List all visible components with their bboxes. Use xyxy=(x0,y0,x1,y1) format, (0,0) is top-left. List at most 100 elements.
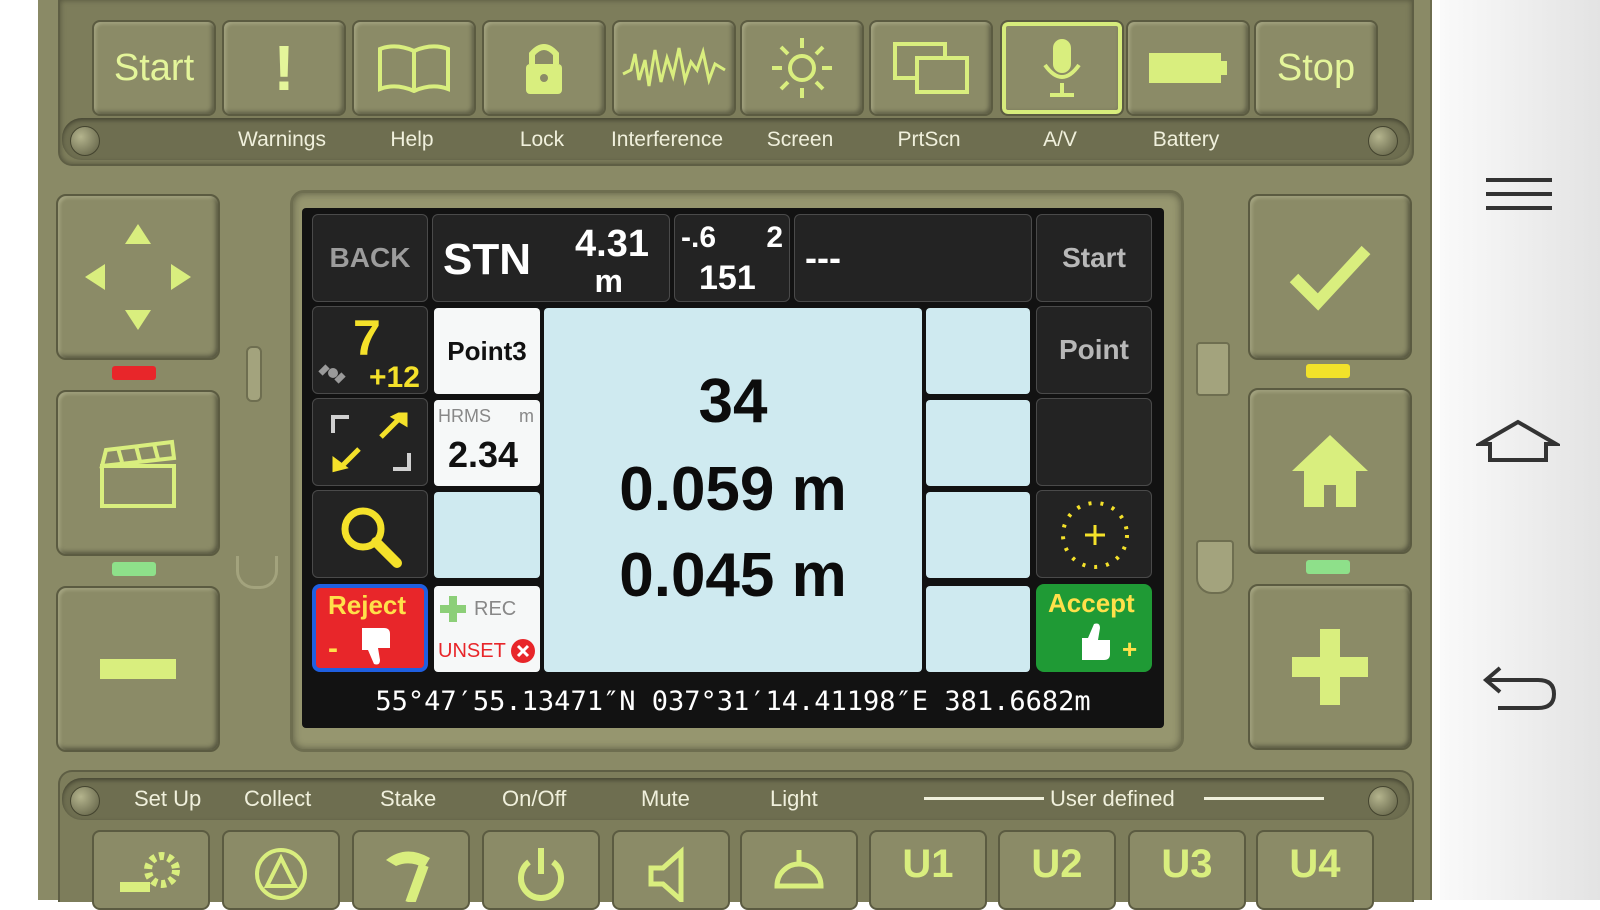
accept-button[interactable]: Accept + xyxy=(1036,584,1152,672)
prtscn-button[interactable] xyxy=(869,20,993,116)
stn-value: 4.31 xyxy=(575,223,649,265)
screen-label: Screen xyxy=(766,128,834,151)
interference-label: Interference xyxy=(610,128,724,151)
empty-slot[interactable] xyxy=(434,492,540,578)
onoff-label: On/Off xyxy=(502,786,567,811)
dpad-arrows-icon xyxy=(85,224,191,330)
lock-icon xyxy=(526,44,562,94)
status-cell[interactable]: --- xyxy=(794,214,1032,302)
start-survey-button[interactable]: Start xyxy=(1036,214,1152,302)
plus-icon xyxy=(440,596,466,622)
coord-top-right: 2 xyxy=(766,221,783,254)
unset-label: UNSET xyxy=(438,640,506,662)
reject-button[interactable]: Reject - xyxy=(312,584,428,672)
accept-label: Accept xyxy=(1048,588,1135,618)
thumbs-down-icon xyxy=(362,628,390,665)
dpad[interactable] xyxy=(56,194,220,360)
empty-slot[interactable] xyxy=(926,492,1030,578)
main-value-3: 0.045 m xyxy=(619,541,847,610)
home-button[interactable] xyxy=(1248,388,1412,554)
hrms-cell[interactable]: HRMS m 2.34 xyxy=(434,400,540,486)
system-navigation-bar xyxy=(1440,0,1600,900)
station-height-cell[interactable]: STN 4.31 m xyxy=(432,214,670,302)
help-button[interactable] xyxy=(352,20,476,116)
light-button[interactable] xyxy=(740,830,858,910)
connector-icon xyxy=(236,556,278,589)
screen-button[interactable] xyxy=(740,20,864,116)
user-button-3[interactable]: U3 xyxy=(1128,830,1246,910)
user-defined-label: User defined xyxy=(1050,786,1175,811)
stake-label: Stake xyxy=(380,786,437,811)
mute-button[interactable] xyxy=(612,830,730,910)
user-button-1[interactable]: U1 xyxy=(869,830,987,910)
warning-indicator-icon xyxy=(246,346,262,402)
menu-button[interactable] xyxy=(1484,176,1554,212)
av-button[interactable] xyxy=(1000,20,1124,116)
sun-icon xyxy=(772,38,832,98)
lock-button[interactable] xyxy=(482,20,606,116)
empty-slot[interactable] xyxy=(926,308,1030,394)
onoff-button[interactable] xyxy=(482,830,600,910)
collect-label: Collect xyxy=(244,786,312,811)
book-icon xyxy=(378,44,450,93)
u4-label: U4 xyxy=(1289,842,1341,886)
screw-icon xyxy=(1368,786,1398,816)
back-button[interactable]: BACK xyxy=(312,214,428,302)
accept-sign: + xyxy=(1122,634,1138,664)
minus-button[interactable] xyxy=(56,586,220,752)
back-nav-button[interactable] xyxy=(1478,666,1558,712)
home-nav-button[interactable] xyxy=(1472,418,1564,464)
fullscreen-button[interactable] xyxy=(312,398,428,486)
main-value-2: 0.059 m xyxy=(619,455,847,524)
empty-function-button[interactable] xyxy=(1036,398,1152,486)
point-name-cell[interactable]: Point3 xyxy=(434,308,540,394)
stn-unit: m xyxy=(594,263,623,299)
stop-button[interactable]: Stop xyxy=(1254,20,1378,116)
power-plug-icon xyxy=(1196,540,1234,594)
screw-icon xyxy=(70,126,100,156)
menu-icon xyxy=(1486,178,1552,210)
battery-label: Battery xyxy=(1152,128,1220,151)
main-value-1: 34 xyxy=(698,367,768,436)
stake-button[interactable] xyxy=(352,830,470,910)
arrow-right-icon xyxy=(1204,797,1324,800)
screenshot-icon xyxy=(893,42,969,94)
satellites-extra: +12 xyxy=(369,361,420,394)
plus-button[interactable] xyxy=(1248,584,1412,750)
light-label: Light xyxy=(770,786,818,811)
start-label: Start xyxy=(113,46,195,89)
home-icon xyxy=(1292,435,1368,507)
coordinate-cell[interactable]: -.6 2 151 xyxy=(674,214,790,302)
mute-label: Mute xyxy=(641,786,690,811)
thumbs-up-icon xyxy=(1082,623,1110,660)
record-cell[interactable]: REC UNSET xyxy=(434,586,540,672)
satellites-count: 7 xyxy=(353,310,381,366)
media-button[interactable] xyxy=(56,390,220,556)
setup-button[interactable] xyxy=(92,830,210,910)
point-button[interactable]: Point xyxy=(1036,306,1152,394)
crosshair-button[interactable] xyxy=(1036,490,1152,578)
search-button[interactable] xyxy=(312,490,428,578)
microphone-icon xyxy=(1043,39,1081,97)
card-slot-icon xyxy=(1196,342,1230,396)
status-led-green xyxy=(1306,560,1350,574)
battery-button[interactable] xyxy=(1126,20,1250,116)
power-icon xyxy=(518,848,564,901)
u1-label: U1 xyxy=(902,842,954,886)
satellites-cell[interactable]: 7 +12 xyxy=(312,306,428,394)
user-button-2[interactable]: U2 xyxy=(998,830,1116,910)
confirm-button[interactable] xyxy=(1248,194,1412,360)
satellite-icon xyxy=(318,364,346,384)
user-button-4[interactable]: U4 xyxy=(1256,830,1374,910)
start-button[interactable]: Start xyxy=(92,20,216,116)
prtscn-label: PrtScn xyxy=(897,128,961,151)
empty-slot[interactable] xyxy=(926,400,1030,486)
collect-button[interactable] xyxy=(222,830,340,910)
status-led-green xyxy=(112,562,156,576)
warnings-button[interactable]: ! xyxy=(222,20,346,116)
position-coordinates: 55°47′55.13471″N 037°31′14.41198″E 381.6… xyxy=(375,686,1091,717)
interference-button[interactable] xyxy=(612,20,736,116)
gear-icon xyxy=(120,852,180,892)
empty-slot[interactable] xyxy=(926,586,1030,672)
hammer-icon xyxy=(386,851,430,902)
